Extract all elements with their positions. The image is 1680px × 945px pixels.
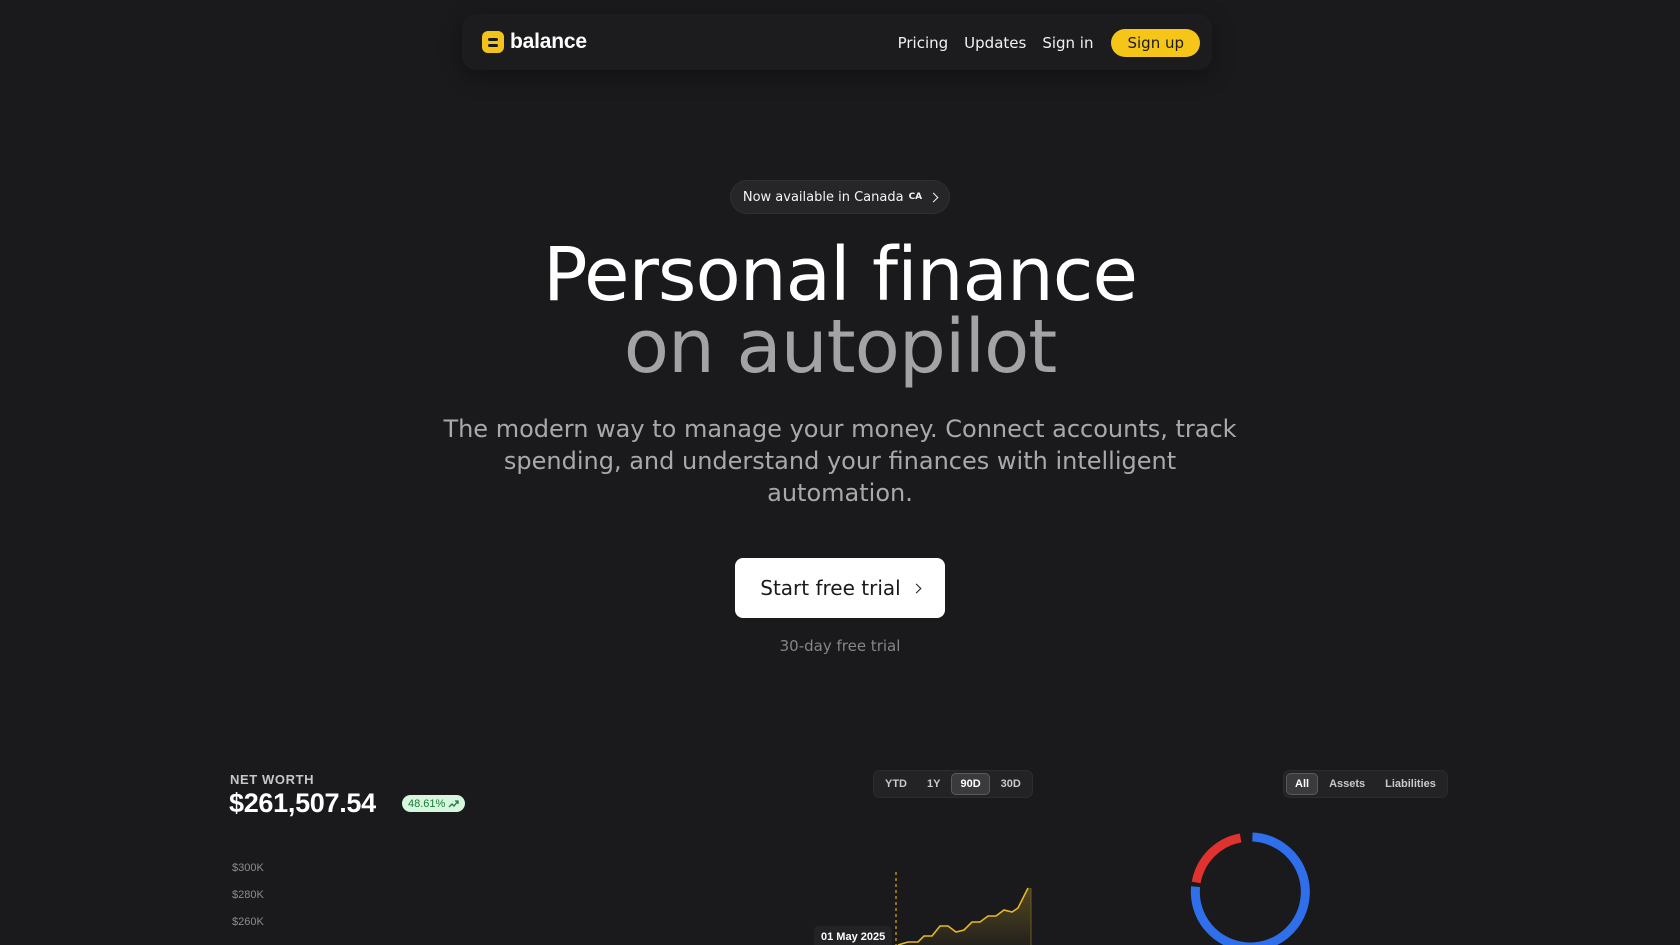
net-worth-area	[898, 888, 1031, 945]
y-axis-tick: $300K	[232, 862, 264, 874]
announcement-pill[interactable]: Now available in Canada CA	[730, 180, 950, 214]
y-axis-tick: $260K	[232, 916, 264, 928]
range-tab-ytd[interactable]: YTD	[876, 773, 916, 795]
cta-label: Start free trial	[760, 576, 901, 600]
chevron-right-icon	[911, 583, 922, 593]
range-tab-30d[interactable]: 30D	[992, 773, 1030, 795]
chevron-right-icon	[928, 192, 939, 202]
sign-up-button[interactable]: Sign up	[1111, 29, 1200, 57]
logo-text: balance	[510, 30, 587, 53]
range-tab-90d[interactable]: 90D	[951, 773, 990, 795]
balance-logo-icon	[482, 31, 504, 53]
net-worth-label: NET WORTH	[230, 772, 315, 787]
nav-link-updates[interactable]: Updates	[964, 34, 1026, 52]
filter-tab-liabilities[interactable]: Liabilities	[1376, 773, 1445, 795]
filter-tab-all[interactable]: All	[1286, 773, 1319, 795]
nav-links: Pricing Updates Sign in Sign up	[898, 29, 1200, 57]
range-tab-1y[interactable]: 1Y	[918, 773, 949, 795]
filter-selector: All Assets Liabilities	[1283, 770, 1448, 798]
allocation-donut	[1190, 832, 1310, 945]
y-axis-tick: $280K	[232, 889, 264, 901]
canada-flag-icon: CA	[908, 192, 923, 202]
nav-link-sign-in[interactable]: Sign in	[1042, 34, 1093, 52]
range-selector: YTD 1Y 90D 30D	[873, 770, 1033, 798]
start-free-trial-button[interactable]: Start free trial	[735, 558, 945, 618]
filter-tab-assets[interactable]: Assets	[1320, 773, 1374, 795]
trial-note: 30-day free trial	[779, 637, 901, 655]
liabilities-segment	[1191, 833, 1242, 884]
headline-line-1: Personal finance	[542, 232, 1138, 318]
headline-line-2: on autopilot	[623, 304, 1058, 390]
chart-tooltip-date: 01 May 2025	[814, 926, 893, 945]
subheadline: The modern way to manage your money. Con…	[443, 415, 1237, 507]
nav-link-pricing[interactable]: Pricing	[898, 34, 949, 52]
net-worth-value: $261,507.54	[229, 788, 376, 818]
logo[interactable]: balance	[482, 30, 587, 54]
trend-up-icon	[448, 799, 459, 807]
announcement-text: Now available in Canada	[742, 189, 904, 205]
change-badge: 48.61%	[402, 795, 466, 812]
change-badge-text: 48.61%	[408, 797, 446, 810]
